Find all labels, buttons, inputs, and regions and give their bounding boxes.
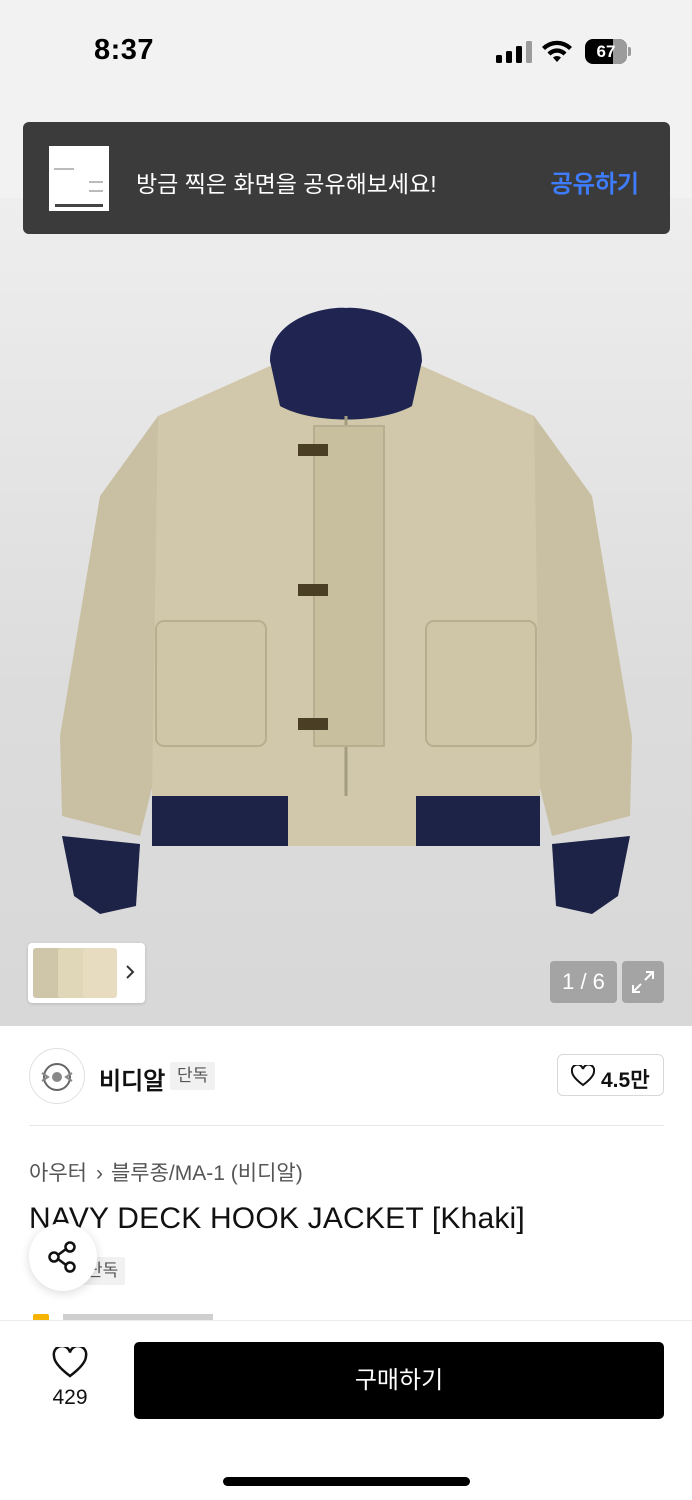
home-indicator: [223, 1477, 470, 1486]
thumbnail-strip[interactable]: [28, 943, 145, 1003]
brand-emblem-icon: [41, 1063, 73, 1091]
toast-message: 방금 찍은 화면을 공유해보세요!: [136, 171, 437, 197]
expand-image-button[interactable]: [622, 961, 664, 1003]
breadcrumb-subcategory[interactable]: 블루종/MA-1 (비디알): [111, 1162, 303, 1185]
buy-button[interactable]: 구매하기: [134, 1342, 664, 1419]
product-title: NAVY DECK HOOK JACKET [Khaki]: [29, 1202, 525, 1235]
share-icon: [48, 1241, 76, 1273]
breadcrumb-category[interactable]: 아우터: [29, 1162, 87, 1185]
heart-icon: [571, 1065, 595, 1087]
share-button[interactable]: 공유하기: [551, 164, 639, 199]
battery-icon: 67: [585, 39, 631, 64]
chevron-right-icon: ›: [95, 1162, 103, 1185]
wishlist-count: 429: [52, 1386, 88, 1409]
wifi-icon: [542, 40, 572, 62]
thumbnail-image[interactable]: [83, 948, 117, 998]
brand-name[interactable]: 비디알: [99, 1061, 165, 1096]
chevron-right-icon[interactable]: [123, 960, 137, 984]
share-fab-button[interactable]: [29, 1223, 97, 1291]
brand-like-count: 4.5만: [601, 1069, 650, 1092]
share-screenshot-toast: 방금 찍은 화면을 공유해보세요! 공유하기: [23, 122, 670, 234]
battery-level: 67: [596, 42, 616, 61]
breadcrumb: 아우터 › 블루종/MA-1 (비디알): [29, 1157, 303, 1187]
divider: [29, 1125, 664, 1126]
product-image: [60, 307, 632, 914]
brand-like-button[interactable]: 4.5만: [557, 1054, 664, 1096]
product-image-gallery[interactable]: [0, 198, 692, 1026]
expand-icon: [632, 971, 654, 993]
cellular-signal-icon: [496, 41, 532, 63]
status-time: 8:37: [94, 34, 155, 66]
brand-logo[interactable]: [29, 1048, 85, 1104]
image-counter: 1 / 6: [550, 961, 617, 1003]
screenshot-thumbnail: [49, 146, 109, 211]
exclusive-badge: 단독: [170, 1062, 216, 1090]
wishlist-heart-icon[interactable]: [52, 1347, 88, 1379]
